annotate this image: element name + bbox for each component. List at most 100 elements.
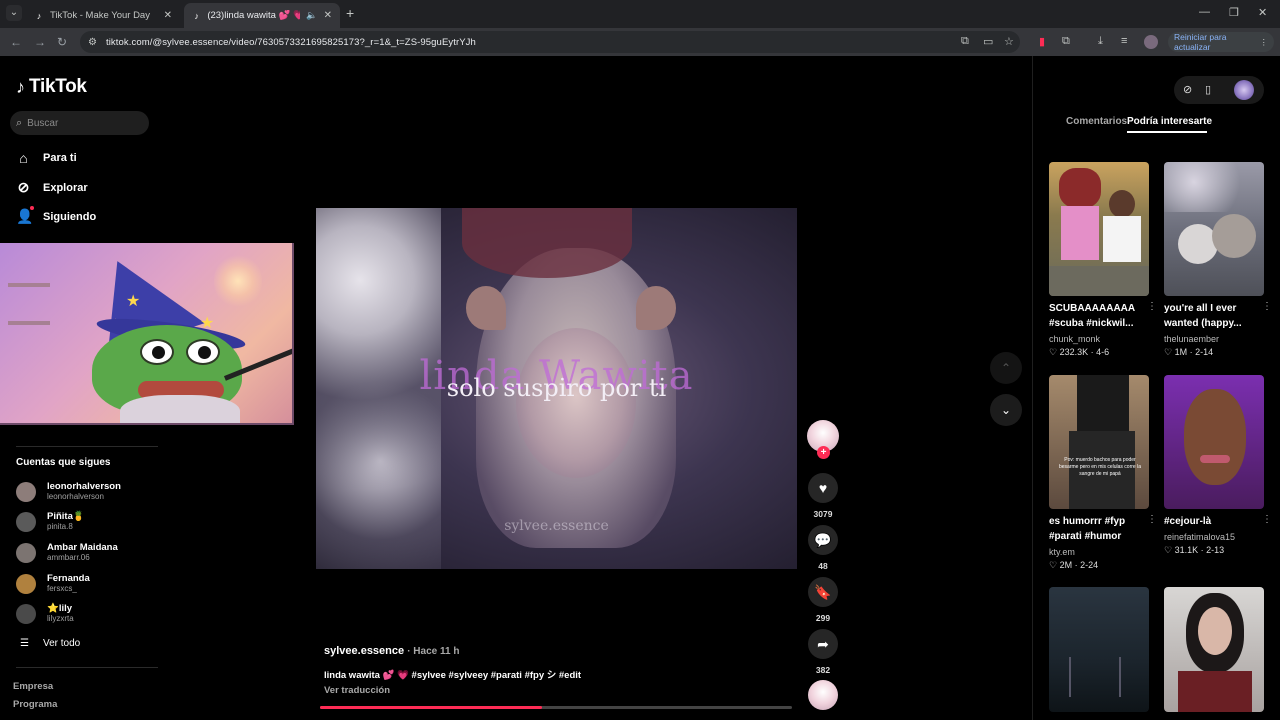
follow-plus-icon[interactable]: + [817, 446, 830, 459]
card-author[interactable]: thelunaember [1164, 334, 1264, 344]
next-video-button[interactable]: ⌄ [990, 394, 1022, 426]
tab-title: (23)linda wawita 💕 💗 #sy [207, 10, 301, 21]
recommended-video-card[interactable]: #cejour-là ⋮ reinefatimalova15 ♡ 31.1K ·… [1164, 375, 1272, 556]
bookmark-icon[interactable]: 🔖 [808, 577, 838, 607]
download-icon[interactable]: ⤓ [1098, 35, 1103, 48]
more-options-icon[interactable]: ⋮ [1147, 301, 1157, 312]
restart-update-button[interactable]: Reiniciar para actualizar ⋮ [1168, 32, 1274, 52]
maximize-icon[interactable]: ❐ [1229, 6, 1239, 19]
followed-account[interactable]: Fernanda fersxcs_ [16, 573, 90, 594]
recommended-video-card[interactable]: you're all I ever wanted (happy... ⋮ the… [1164, 162, 1272, 358]
video-thumbnail[interactable] [1164, 162, 1264, 296]
browser-tab-tiktok-home[interactable]: ♪ TikTok - Make Your Day ✕ [26, 3, 180, 28]
more-options-icon[interactable]: ⋮ [1147, 514, 1157, 525]
bookmark-star-icon[interactable]: ☆ [1004, 35, 1014, 48]
close-tab-icon[interactable]: ✕ [164, 10, 172, 21]
cast-icon[interactable]: ▭ [983, 35, 993, 48]
card-author[interactable]: chunk_monk [1049, 334, 1149, 344]
extension-tiktok-icon[interactable]: ▮ [1039, 35, 1045, 48]
recommended-video-card[interactable]: SCUBAAAAAAAA #scuba #nickwil... ⋮ chunk_… [1049, 162, 1157, 358]
like-action[interactable]: ♥ 3079 [808, 473, 838, 519]
video-thumbnail[interactable]: Pov: muerdo bachos para poder besarme pe… [1049, 375, 1149, 509]
card-author[interactable]: reinefatimalova15 [1164, 532, 1264, 542]
forward-icon[interactable]: → [34, 35, 46, 49]
speaker-icon[interactable]: 🔈 [306, 10, 317, 21]
following-accounts-title: Cuentas que sigues [16, 457, 111, 468]
search-input[interactable] [27, 117, 138, 129]
followed-account[interactable]: leonorhalverson leonorhalverson [16, 481, 121, 502]
creator-name[interactable]: sylvee.essence [324, 645, 404, 657]
see-translation-link[interactable]: Ver traducción [324, 685, 390, 696]
tab-list-button[interactable]: ⌄ [6, 5, 22, 21]
compass-icon[interactable]: ⊘ [1183, 83, 1192, 96]
footer-link-company[interactable]: Empresa [13, 681, 53, 692]
heart-outline-icon: ♡ [1164, 347, 1173, 357]
recommended-video-card[interactable]: Pov: muerdo bachos para poder besarme pe… [1049, 375, 1157, 571]
new-tab-icon[interactable]: + [346, 5, 354, 21]
music-disc-avatar[interactable] [808, 680, 838, 710]
mobile-icon[interactable]: ▯ [1205, 83, 1211, 96]
video-thumbnail[interactable] [1049, 587, 1149, 712]
comment-icon[interactable]: 💬 [808, 525, 838, 555]
nav-label: Explorar [43, 181, 88, 194]
nav-explore[interactable]: ⊘ Explorar [16, 179, 88, 196]
recommended-video-card[interactable] [1049, 587, 1149, 712]
followed-account[interactable]: Piñita🍍 pinita.8 [16, 511, 85, 532]
card-date: 2-13 [1206, 545, 1225, 555]
card-author[interactable]: kty.em [1049, 547, 1149, 557]
more-options-icon[interactable]: ⋮ [1262, 514, 1272, 525]
more-options-icon[interactable]: ⋮ [1262, 301, 1272, 312]
media-icon[interactable]: ≡ [1121, 35, 1127, 47]
account-handle: leonorhalverson [47, 492, 104, 501]
heart-icon[interactable]: ♥ [808, 473, 838, 503]
account-name: Fernanda [47, 573, 90, 584]
card-title: SCUBAAAAAAAA #scuba #nickwil... [1049, 303, 1135, 329]
account-name: leonorhalverson [47, 481, 121, 492]
progress-fill [320, 706, 542, 709]
minimize-icon[interactable]: — [1199, 6, 1210, 18]
search-box[interactable]: ⌕ [10, 111, 149, 135]
previous-video-button[interactable]: ⌃ [990, 352, 1022, 384]
tiktok-logo[interactable]: ♪ TikTok [16, 76, 87, 98]
account-name: Ambar Maidana [47, 542, 118, 553]
user-avatar[interactable] [1234, 80, 1254, 100]
creator-line[interactable]: sylvee.essence · Hace 11 h [324, 645, 459, 657]
list-icon: ☰ [20, 638, 29, 649]
browser-tab-video[interactable]: ♪ (23)linda wawita 💕 💗 #sy 🔈 ✕ [184, 3, 340, 28]
video-progress-bar[interactable] [320, 706, 792, 709]
divider [16, 667, 158, 668]
back-icon[interactable]: ← [10, 35, 22, 49]
nav-following[interactable]: 👤 Siguiendo [16, 206, 96, 225]
profile-avatar[interactable] [1144, 35, 1158, 49]
video-player[interactable]: linda Wawita solo suspiro por ti sylvee.… [316, 208, 797, 569]
share-icon[interactable]: ➦ [808, 629, 838, 659]
card-stats: ♡ 2M · 2-24 [1049, 560, 1099, 570]
thumbnail-overlay-text: Pov: muerdo bachos para poder besarme pe… [1059, 457, 1141, 477]
video-thumbnail[interactable] [1049, 162, 1149, 296]
footer-link-program[interactable]: Programa [13, 699, 57, 710]
share-action[interactable]: ➦ 382 [808, 629, 838, 675]
nav-for-you[interactable]: ⌂ Para ti [16, 150, 76, 166]
shelf [8, 283, 50, 287]
restart-label: Reiniciar para actualizar [1174, 32, 1227, 52]
omnibox[interactable]: ⚙ tiktok.com/@sylvee.essence/video/76305… [80, 31, 1020, 53]
followed-account[interactable]: Ambar Maidana ammbarr.06 [16, 542, 118, 563]
see-all-button[interactable]: ☰ Ver todo [20, 638, 80, 649]
video-thumbnail[interactable] [1164, 375, 1264, 509]
browser-tab-bar: ⌄ ♪ TikTok - Make Your Day ✕ ♪ (23)linda… [0, 0, 1280, 28]
close-tab-icon[interactable]: ✕ [324, 10, 332, 21]
save-action[interactable]: 🔖 299 [808, 577, 838, 623]
star-icon: ★ [126, 293, 141, 310]
tab-comments[interactable]: Comentarios [1066, 116, 1127, 127]
tab-might-interest[interactable]: Podría interesarte [1127, 116, 1212, 127]
translate-icon[interactable]: ⧉ [961, 35, 969, 48]
extensions-icon[interactable]: ⧉ [1062, 35, 1070, 48]
comment-action[interactable]: 💬 48 [808, 525, 838, 571]
close-window-icon[interactable]: ✕ [1258, 6, 1267, 19]
followed-account[interactable]: ⭐lily lilyzxrta [16, 603, 74, 624]
url-text[interactable]: tiktok.com/@sylvee.essence/video/7630573… [106, 37, 476, 48]
video-thumbnail[interactable] [1164, 587, 1264, 712]
site-info-icon[interactable]: ⚙ [88, 37, 97, 48]
recommended-video-card[interactable] [1164, 587, 1264, 712]
reload-icon[interactable]: ↻ [57, 35, 67, 49]
